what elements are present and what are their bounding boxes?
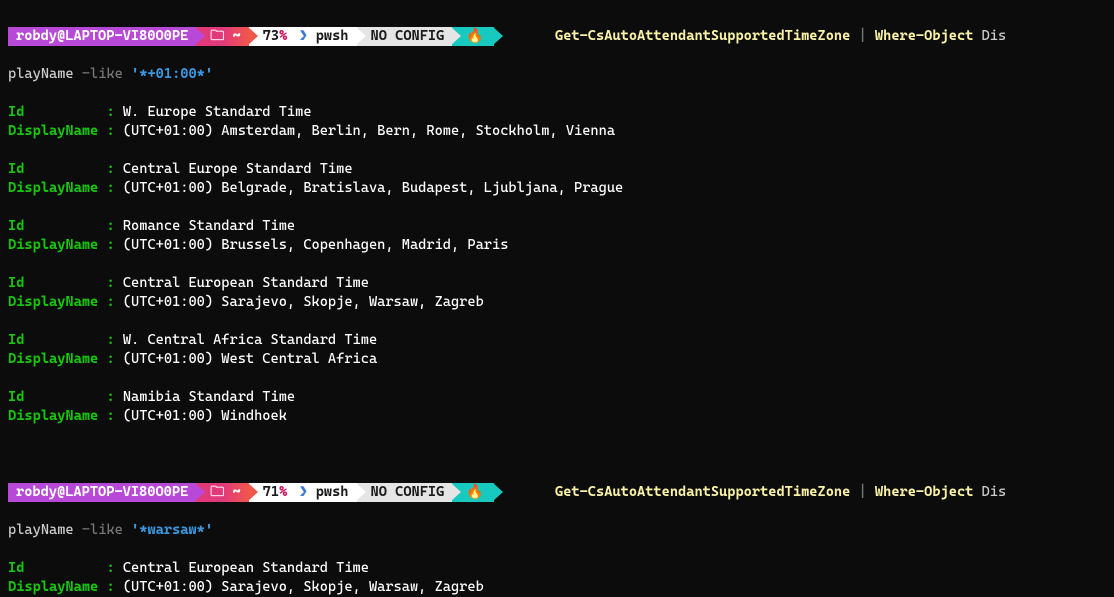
- result-row: Id : Romance Standard Time: [8, 217, 1106, 236]
- battery-value: 71: [263, 483, 279, 502]
- param-wrap: playName: [8, 66, 82, 82]
- shell-label: pwsh: [316, 483, 349, 502]
- like-operator: -like: [82, 522, 123, 538]
- id-value: W. Europe Standard Time: [123, 104, 312, 120]
- displayname-label: DisplayName :: [8, 294, 123, 310]
- shell-label: pwsh: [316, 27, 349, 46]
- result-row: Id : Namibia Standard Time: [8, 388, 1106, 407]
- prompt-line-2[interactable]: robdy@LAPTOP-VI80O0PE 🗀 ~ 71% ❯ pwsh NO …: [8, 464, 1106, 521]
- result-block-2: Id : Central European Standard Time Disp…: [8, 559, 1106, 597]
- id-value: Namibia Standard Time: [123, 389, 295, 405]
- result-row: DisplayName : (UTC+01:00) West Central A…: [8, 350, 1106, 369]
- id-value: Central European Standard Time: [123, 275, 369, 291]
- result-row: DisplayName : (UTC+01:00) Brussels, Cope…: [8, 236, 1106, 255]
- config-segment: NO CONFIG: [357, 483, 453, 502]
- battery-value: 73: [263, 27, 279, 46]
- battery-percent-icon: %: [279, 483, 287, 502]
- folder-icon: 🗀 ~: [210, 27, 240, 46]
- result-row: DisplayName : (UTC+01:00) Sarajevo, Skop…: [8, 293, 1106, 312]
- displayname-value: (UTC+01:00) Brussels, Copenhagen, Madrid…: [123, 237, 509, 253]
- id-label: Id :: [8, 332, 123, 348]
- command-wrap-2: playName -like '*warsaw*': [8, 521, 1106, 540]
- displayname-label: DisplayName :: [8, 237, 123, 253]
- id-label: Id :: [8, 218, 123, 234]
- displayname-label: DisplayName :: [8, 180, 123, 196]
- result-row: DisplayName : (UTC+01:00) Belgrade, Brat…: [8, 179, 1106, 198]
- displayname-value: (UTC+01:00) Belgrade, Bratislava, Budape…: [123, 180, 623, 196]
- folder-icon: 🗀 ~: [210, 483, 240, 502]
- filter-value: '*+01:00*': [123, 66, 213, 82]
- shell-name: [307, 27, 315, 46]
- displayname-label: DisplayName :: [8, 579, 123, 595]
- displayname-value: (UTC+01:00) Windhoek: [123, 408, 287, 424]
- command-wrap-1: playName -like '*+01:00*': [8, 65, 1106, 84]
- id-label: Id :: [8, 161, 123, 177]
- battery-percent-icon: %: [279, 27, 287, 46]
- param-wrap: playName: [8, 522, 82, 538]
- result-row: Id : W. Central Africa Standard Time: [8, 331, 1106, 350]
- displayname-label: DisplayName :: [8, 408, 123, 424]
- displayname-label: DisplayName :: [8, 123, 123, 139]
- id-value: Romance Standard Time: [123, 218, 295, 234]
- id-value: Central Europe Standard Time: [123, 161, 353, 177]
- id-label: Id :: [8, 104, 123, 120]
- displayname-value: (UTC+01:00) Sarajevo, Skopje, Warsaw, Za…: [123, 579, 484, 595]
- pipe-operator: |: [850, 28, 875, 44]
- filter-value: '*warsaw*': [123, 522, 213, 538]
- shell-segment: ❯ pwsh: [295, 483, 356, 502]
- command-text: Get-CsAutoAttendantSupportedTimeZone | W…: [494, 8, 1006, 65]
- result-block-1: Id : W. Europe Standard Time DisplayName…: [8, 103, 1106, 426]
- shell-name: [307, 483, 315, 502]
- where-cmdlet: Where-Object: [875, 28, 973, 44]
- flame-icon: 🔥: [466, 27, 483, 46]
- result-row: Id : Central Europe Standard Time: [8, 160, 1106, 179]
- pipe-operator: |: [850, 484, 875, 500]
- param-prefix: Dis: [973, 484, 1006, 500]
- terminal-output: robdy@LAPTOP-VI80O0PE 🗀 ~ 73% ❯ pwsh NO …: [8, 8, 1106, 597]
- command-text: Get-CsAutoAttendantSupportedTimeZone | W…: [494, 464, 1006, 521]
- user-segment: robdy@LAPTOP-VI80O0PE: [8, 483, 196, 502]
- displayname-value: (UTC+01:00) Amsterdam, Berlin, Bern, Rom…: [123, 123, 615, 139]
- like-operator: -like: [82, 66, 123, 82]
- id-label: Id :: [8, 389, 123, 405]
- shell-segment: ❯ pwsh: [295, 27, 356, 46]
- id-label: Id :: [8, 275, 123, 291]
- cmdlet-name: Get-CsAutoAttendantSupportedTimeZone: [555, 484, 850, 500]
- result-row: Id : Central European Standard Time: [8, 274, 1106, 293]
- user-segment: robdy@LAPTOP-VI80O0PE: [8, 27, 196, 46]
- displayname-label: DisplayName :: [8, 351, 123, 367]
- result-row: DisplayName : (UTC+01:00) Amsterdam, Ber…: [8, 122, 1106, 141]
- id-value: W. Central Africa Standard Time: [123, 332, 377, 348]
- result-row: DisplayName : (UTC+01:00) Sarajevo, Skop…: [8, 578, 1106, 597]
- result-row: Id : W. Europe Standard Time: [8, 103, 1106, 122]
- result-row: DisplayName : (UTC+01:00) Windhoek: [8, 407, 1106, 426]
- where-cmdlet: Where-Object: [875, 484, 973, 500]
- id-label: Id :: [8, 560, 123, 576]
- displayname-value: (UTC+01:00) West Central Africa: [123, 351, 377, 367]
- cmdlet-name: Get-CsAutoAttendantSupportedTimeZone: [555, 28, 850, 44]
- result-row: Id : Central European Standard Time: [8, 559, 1106, 578]
- displayname-value: (UTC+01:00) Sarajevo, Skopje, Warsaw, Za…: [123, 294, 484, 310]
- param-prefix: Dis: [973, 28, 1006, 44]
- prompt-line-1[interactable]: robdy@LAPTOP-VI80O0PE 🗀 ~ 73% ❯ pwsh NO …: [8, 8, 1106, 65]
- id-value: Central European Standard Time: [123, 560, 369, 576]
- config-segment: NO CONFIG: [357, 27, 453, 46]
- flame-icon: 🔥: [466, 483, 483, 502]
